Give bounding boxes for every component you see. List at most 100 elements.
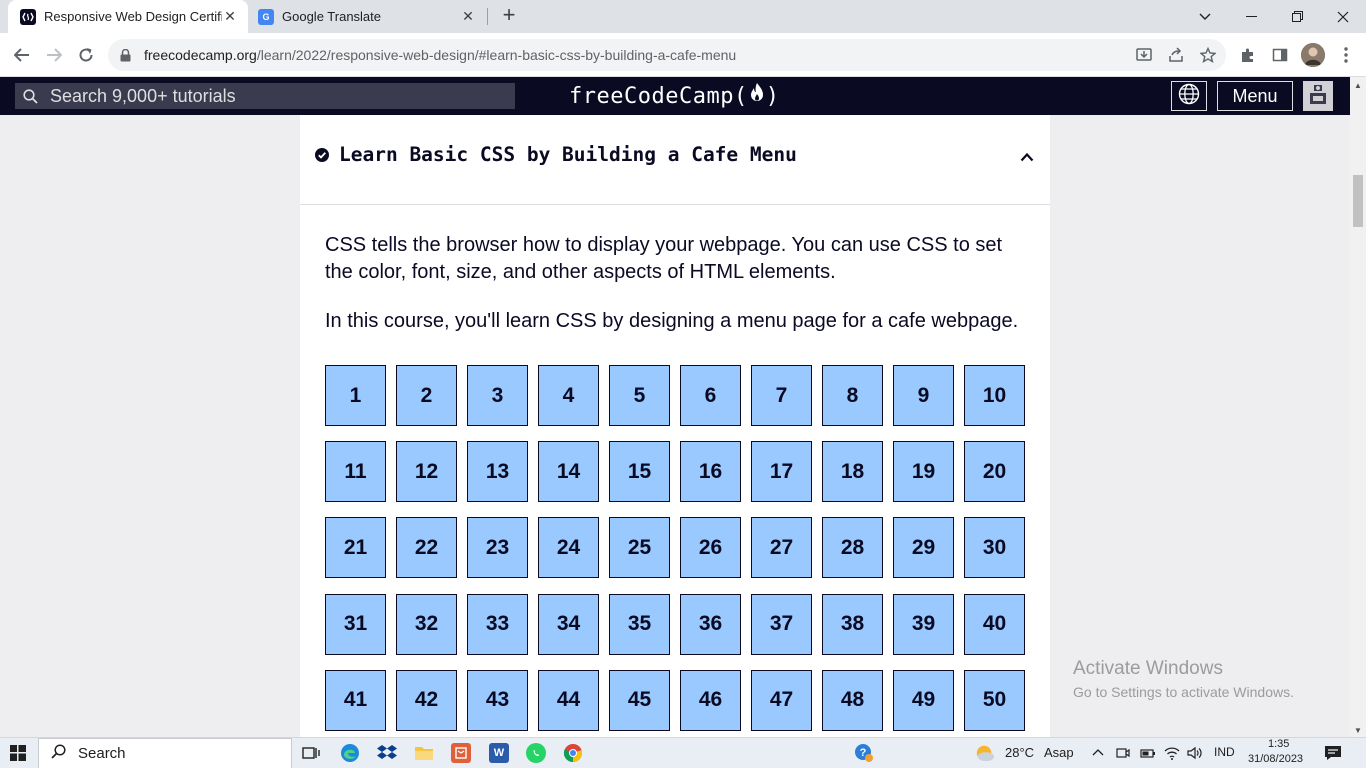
install-app-icon[interactable] [1131,42,1157,68]
wifi-icon[interactable] [1164,746,1180,763]
clock-time[interactable]: 1:35 [1268,738,1289,750]
tab-responsive-web-design[interactable]: Responsive Web Design Certificat ✕ [8,0,248,33]
search-input[interactable]: Search 9,000+ tutorials [15,83,515,109]
taskbar-search-input[interactable]: Search [38,738,292,768]
step-button-20[interactable]: 20 [964,441,1025,503]
step-button-50[interactable]: 50 [964,669,1025,731]
step-button-4[interactable]: 4 [538,365,599,426]
step-button-8[interactable]: 8 [822,365,883,426]
step-button-27[interactable]: 27 [751,517,812,579]
step-button-31[interactable]: 31 [325,593,386,655]
step-button-16[interactable]: 16 [680,441,741,503]
step-button-23[interactable]: 23 [467,517,528,579]
profile-avatar[interactable] [1301,43,1325,67]
scroll-down-arrow-icon[interactable]: ▼ [1354,726,1362,735]
edge-browser-icon[interactable] [340,743,360,763]
side-panel-icon[interactable] [1267,42,1293,68]
task-view-icon[interactable] [301,743,321,763]
step-button-34[interactable]: 34 [538,593,599,655]
fcc-logo[interactable]: freeCodeCamp( ) [569,81,779,111]
block-header[interactable]: Learn Basic CSS by Building a Cafe Menu [300,115,1050,205]
scroll-up-arrow-icon[interactable]: ▲ [1354,81,1362,90]
step-button-14[interactable]: 14 [538,441,599,503]
step-button-1[interactable]: 1 [325,365,386,426]
step-button-48[interactable]: 48 [822,669,883,731]
help-question-icon[interactable]: ? [854,743,874,763]
clock-date[interactable]: 31/08/2023 [1248,753,1303,765]
battery-icon[interactable] [1140,746,1156,763]
step-button-46[interactable]: 46 [680,669,741,731]
step-button-38[interactable]: 38 [822,593,883,655]
step-button-21[interactable]: 21 [325,517,386,579]
step-button-37[interactable]: 37 [751,593,812,655]
step-button-9[interactable]: 9 [893,365,954,426]
step-button-12[interactable]: 12 [396,441,457,503]
step-button-11[interactable]: 11 [325,441,386,503]
step-button-26[interactable]: 26 [680,517,741,579]
meet-now-icon[interactable] [1116,746,1130,763]
scrollbar-thumb[interactable] [1353,175,1363,227]
step-button-10[interactable]: 10 [964,365,1025,426]
step-button-39[interactable]: 39 [893,593,954,655]
step-button-18[interactable]: 18 [822,441,883,503]
windows-start-icon[interactable] [10,745,26,761]
step-button-33[interactable]: 33 [467,593,528,655]
step-button-45[interactable]: 45 [609,669,670,731]
tab-google-translate[interactable]: G Google Translate ✕ [250,0,486,33]
input-language[interactable]: IND [1214,745,1235,759]
restore-button[interactable] [1274,0,1320,33]
new-tab-button[interactable]: + [498,4,520,27]
step-button-13[interactable]: 13 [467,441,528,503]
step-button-3[interactable]: 3 [467,365,528,426]
dropbox-icon[interactable] [377,743,397,763]
forward-arrow-icon[interactable] [41,42,67,68]
chevron-up-tray-icon[interactable] [1092,744,1104,759]
weather-temperature[interactable]: 28°C [1005,745,1034,760]
block-title[interactable]: Learn Basic CSS by Building a Cafe Menu [339,143,797,166]
step-button-49[interactable]: 49 [893,669,954,731]
step-button-6[interactable]: 6 [680,365,741,426]
step-button-7[interactable]: 7 [751,365,812,426]
step-button-40[interactable]: 40 [964,593,1025,655]
step-button-15[interactable]: 15 [609,441,670,503]
step-button-24[interactable]: 24 [538,517,599,579]
close-window-button[interactable] [1320,0,1366,33]
step-button-29[interactable]: 29 [893,517,954,579]
step-button-35[interactable]: 35 [609,593,670,655]
step-button-43[interactable]: 43 [467,669,528,731]
share-icon[interactable] [1163,42,1189,68]
step-button-44[interactable]: 44 [538,669,599,731]
step-button-28[interactable]: 28 [822,517,883,579]
chrome-icon[interactable] [563,743,583,763]
step-button-2[interactable]: 2 [396,365,457,426]
lock-icon[interactable] [120,48,134,62]
notifications-icon[interactable] [1324,745,1342,764]
app-orange-icon[interactable] [451,743,471,763]
user-avatar-button[interactable] [1303,81,1333,111]
file-explorer-icon[interactable] [414,743,434,763]
step-button-17[interactable]: 17 [751,441,812,503]
language-globe-button[interactable] [1171,81,1207,111]
microsoft-word-icon[interactable]: W [489,743,509,763]
step-button-42[interactable]: 42 [396,669,457,731]
step-button-32[interactable]: 32 [396,593,457,655]
back-arrow-icon[interactable] [9,42,35,68]
step-button-22[interactable]: 22 [396,517,457,579]
address-bar[interactable]: freecodecamp.org/learn/2022/responsive-w… [108,39,1226,71]
step-button-47[interactable]: 47 [751,669,812,731]
step-button-36[interactable]: 36 [680,593,741,655]
whatsapp-icon[interactable] [526,743,546,763]
tab-close-icon[interactable]: ✕ [222,8,238,25]
step-button-19[interactable]: 19 [893,441,954,503]
weather-label[interactable]: Asap [1044,745,1074,760]
reload-icon[interactable] [73,42,99,68]
page-scrollbar[interactable]: ▲ ▼ [1350,77,1366,737]
more-options-icon[interactable] [1333,42,1359,68]
volume-icon[interactable] [1187,746,1203,763]
menu-button[interactable]: Menu [1217,81,1293,111]
step-button-30[interactable]: 30 [964,517,1025,579]
step-button-25[interactable]: 25 [609,517,670,579]
minimize-button[interactable] [1228,0,1274,33]
step-button-41[interactable]: 41 [325,669,386,731]
bookmark-star-icon[interactable] [1195,42,1221,68]
